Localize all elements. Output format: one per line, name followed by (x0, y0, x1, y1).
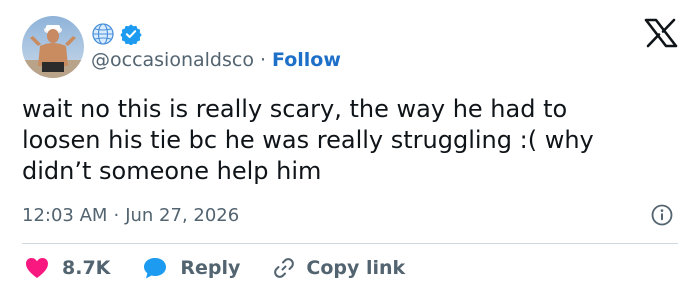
divider (22, 243, 678, 244)
user-handle[interactable]: @occasionaldsco (91, 49, 254, 71)
timestamp-separator: · (113, 204, 120, 226)
copy-link-label: Copy link (306, 257, 406, 279)
reply-button[interactable]: Reply (142, 256, 272, 280)
like-count: 8.7K (62, 257, 111, 279)
name-row (90, 21, 142, 47)
avatar[interactable] (22, 16, 84, 78)
heart-icon (26, 258, 48, 278)
avatar-photo (22, 16, 84, 78)
verified-badge-icon (120, 24, 142, 45)
link-icon (274, 258, 295, 278)
like-button[interactable]: 8.7K (24, 256, 142, 280)
handle-row: @occasionaldsco · Follow (91, 48, 341, 72)
reply-label: Reply (180, 257, 241, 279)
tweet-card: @occasionaldsco · Follow wait no this is… (0, 0, 700, 294)
tweet-time: 12:03 AM (22, 204, 108, 226)
info-icon[interactable] (651, 204, 673, 226)
speech-bubble-icon (144, 258, 167, 279)
action-bar: 8.7K Reply Copy link (24, 254, 405, 282)
tweet-date: Jun 27, 2026 (125, 204, 240, 226)
globe-icon (92, 23, 114, 45)
tweet-text: wait no this is really scary, the way he… (22, 95, 594, 185)
handle-separator: · (259, 49, 267, 71)
x-logo-icon[interactable] (644, 18, 678, 48)
tweet-timestamp[interactable]: 12:03 AM · Jun 27, 2026 (22, 202, 239, 228)
copy-link-button[interactable]: Copy link (272, 256, 405, 280)
follow-button[interactable]: Follow (272, 49, 341, 71)
